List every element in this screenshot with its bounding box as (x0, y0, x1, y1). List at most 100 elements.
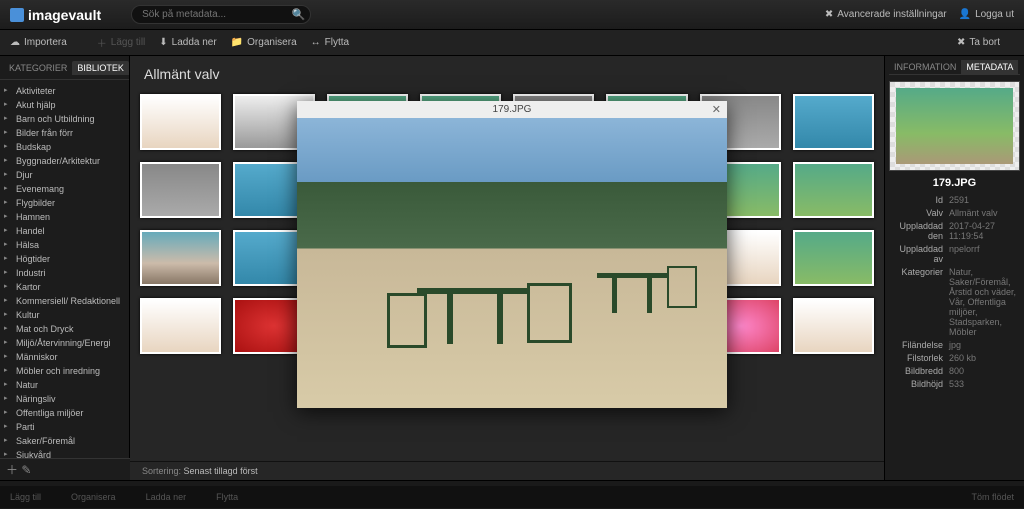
top-bar: imagevault 🔍 ✖Avancerade inställningar 👤… (0, 0, 1024, 30)
category-item[interactable]: Natur (4, 378, 125, 392)
tab-library[interactable]: BIBLIOTEK (72, 61, 129, 75)
bottom-organize: Organisera (71, 492, 116, 502)
category-item[interactable]: Kommersiell/ Redaktionell (4, 294, 125, 308)
cloud-up-icon: ☁ (10, 37, 20, 48)
advanced-settings-link[interactable]: ✖Avancerade inställningar (825, 9, 947, 20)
category-item[interactable]: Kultur (4, 308, 125, 322)
metadata-row: Bildbredd800 (889, 366, 1020, 376)
user-icon: 👤 (959, 9, 971, 20)
category-item[interactable]: Evenemang (4, 182, 125, 196)
move-icon: ↔ (311, 37, 321, 48)
bottom-empty[interactable]: Töm flödet (971, 492, 1014, 502)
category-item[interactable]: Industri (4, 266, 125, 280)
modal-window[interactable]: 179.JPG ✕ (297, 101, 727, 408)
logout-link[interactable]: 👤Logga ut (959, 9, 1014, 20)
close-icon[interactable]: ✕ (712, 103, 721, 116)
organize-button[interactable]: 📁Organisera (231, 37, 297, 48)
metadata-row: Id2591 (889, 195, 1020, 205)
category-item[interactable]: Saker/Föremål (4, 434, 125, 448)
metadata-label: Filändelse (889, 340, 949, 350)
thumbnail[interactable] (793, 230, 874, 286)
trash-icon: ✖ (957, 37, 965, 48)
category-item[interactable]: Akut hjälp (4, 98, 125, 112)
metadata-value: 260 kb (949, 353, 1020, 363)
category-item[interactable]: Barn och Utbildning (4, 112, 125, 126)
metadata-filename: 179.JPG (889, 177, 1020, 189)
metadata-label: Filstorlek (889, 353, 949, 363)
action-bar: ☁Importera ＋Lägg till ⬇Ladda ner 📁Organi… (0, 30, 1024, 56)
sidebar-footer[interactable]: ＋ ✎ (0, 458, 130, 480)
category-item[interactable]: Budskap (4, 140, 125, 154)
sidebar: KATEGORIER BIBLIOTEK AktiviteterAkut hjä… (0, 56, 130, 480)
metadata-label: Uppladdad av (889, 244, 949, 264)
metadata-row: ValvAllmänt valv (889, 208, 1020, 218)
category-item[interactable]: Djur (4, 168, 125, 182)
category-item[interactable]: Miljö/Återvinning/Energi (4, 336, 125, 350)
category-item[interactable]: Offentliga miljöer (4, 406, 125, 420)
category-item[interactable]: Handel (4, 224, 125, 238)
thumbnail[interactable] (793, 162, 874, 218)
modal-body (297, 118, 727, 408)
metadata-label: Bildbredd (889, 366, 949, 376)
thumbnail[interactable] (140, 298, 221, 354)
download-icon: ⬇ (159, 37, 167, 48)
category-item[interactable]: Flygbilder (4, 196, 125, 210)
plus-icon: ＋ (97, 35, 107, 50)
metadata-value: 533 (949, 379, 1020, 389)
category-item[interactable]: Bilder från förr (4, 126, 125, 140)
wrench-icon: ✖ (825, 9, 833, 20)
import-button[interactable]: ☁Importera (10, 37, 67, 48)
metadata-value: 2017-04-27 11:19:54 (949, 221, 1020, 241)
tab-categories[interactable]: KATEGORIER (4, 61, 72, 75)
add-button: ＋Lägg till (97, 35, 145, 50)
metadata-value: 2591 (949, 195, 1020, 205)
folder-icon: 📁 (231, 37, 243, 48)
right-panel: INFORMATION METADATA 179.JPG Id2591 ValvA… (884, 56, 1024, 480)
category-item[interactable]: Hamnen (4, 210, 125, 224)
category-item[interactable]: Kartor (4, 280, 125, 294)
thumbnail[interactable] (793, 298, 874, 354)
bottom-download: Ladda ner (146, 492, 187, 502)
category-item[interactable]: Byggnader/Arkitektur (4, 154, 125, 168)
tab-information[interactable]: INFORMATION (889, 60, 961, 74)
category-item[interactable]: Människor (4, 350, 125, 364)
category-item[interactable]: Parti (4, 420, 125, 434)
thumbnail[interactable] (793, 94, 874, 150)
metadata-row: Uppladdad avnpelorrf (889, 244, 1020, 264)
category-item[interactable]: Möbler och inredning (4, 364, 125, 378)
bottom-add: Lägg till (10, 492, 41, 502)
move-button[interactable]: ↔Flytta (311, 37, 349, 48)
logo-icon (10, 8, 24, 22)
metadata-value: jpg (949, 340, 1020, 350)
category-item[interactable]: Aktiviteter (4, 84, 125, 98)
thumbnail[interactable] (140, 230, 221, 286)
category-list: AktiviteterAkut hjälpBarn och Utbildning… (0, 80, 129, 480)
tab-metadata[interactable]: METADATA (961, 60, 1018, 74)
metadata-row: Filstorlek260 kb (889, 353, 1020, 363)
category-item[interactable]: Mat och Dryck (4, 322, 125, 336)
logo[interactable]: imagevault (10, 7, 101, 23)
preview-thumbnail[interactable] (889, 81, 1020, 171)
sorting-bar[interactable]: Sortering: Senast tillagd först (130, 461, 884, 480)
metadata-label: Kategorier (889, 267, 949, 337)
metadata-label: Id (889, 195, 949, 205)
search-icon[interactable]: 🔍 (291, 8, 305, 21)
modal-title: 179.JPG (493, 104, 532, 115)
delete-button[interactable]: ✖Ta bort (957, 37, 1000, 48)
search-wrap: 🔍 (131, 5, 311, 24)
search-input[interactable] (131, 5, 311, 24)
metadata-value: Natur, Saker/Föremål, Årstid och väder, … (949, 267, 1020, 337)
metadata-row: Uppladdad den2017-04-27 11:19:54 (889, 221, 1020, 241)
category-item[interactable]: Näringsliv (4, 392, 125, 406)
metadata-label: Uppladdad den (889, 221, 949, 241)
metadata-value: npelorrf (949, 244, 1020, 264)
category-item[interactable]: Hälsa (4, 238, 125, 252)
category-item[interactable]: Högtider (4, 252, 125, 266)
vault-title: Allmänt valv (130, 56, 884, 88)
download-button[interactable]: ⬇Ladda ner (159, 37, 216, 48)
modal-image (297, 118, 727, 408)
metadata-row: KategorierNatur, Saker/Föremål, Årstid o… (889, 267, 1020, 337)
thumbnail[interactable] (140, 162, 221, 218)
metadata-value: Allmänt valv (949, 208, 1020, 218)
thumbnail[interactable] (140, 94, 221, 150)
